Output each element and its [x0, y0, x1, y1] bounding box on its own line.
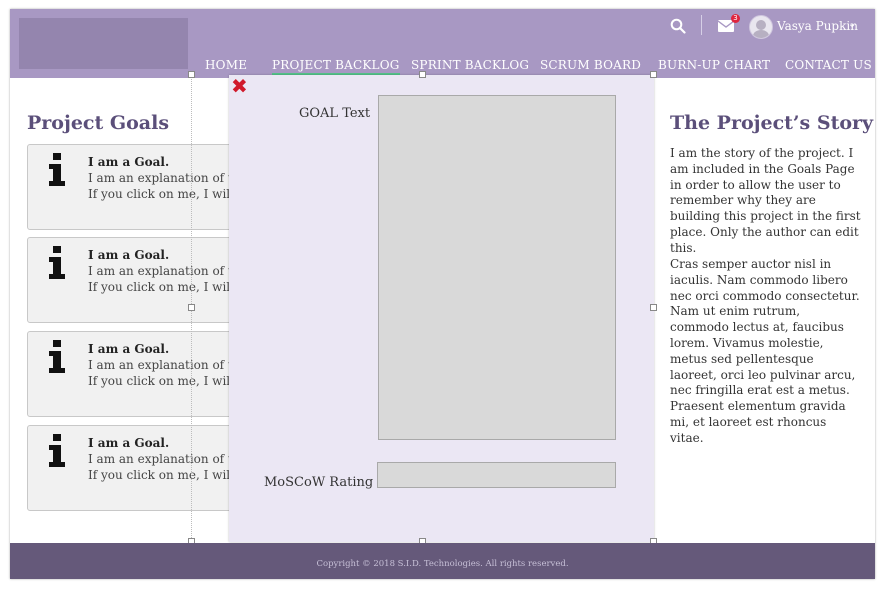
nav-scrum-board[interactable]: SCRUM BOARD: [540, 58, 641, 72]
info-icon: [49, 153, 65, 186]
nav-home[interactable]: HOME: [205, 58, 247, 72]
goal-heading: I am a Goal.: [88, 155, 170, 169]
info-icon: [49, 246, 65, 279]
goal-explanation: I am an explanation of th: [88, 358, 241, 372]
story-paragraph-2: Cras semper auctor nisl in iaculis. Nam …: [670, 257, 860, 445]
chevron-down-icon[interactable]: ⌄: [848, 19, 856, 30]
resize-handle[interactable]: [650, 304, 657, 311]
project-goals-title: Project Goals: [27, 112, 170, 134]
goal-hint: If you click on me, I will: [88, 280, 234, 294]
avatar-image: [753, 20, 769, 38]
moscow-rating-field[interactable]: [377, 462, 616, 488]
goal-hint: If you click on me, I will: [88, 468, 234, 482]
header-bar: 3 Vasya Pupkin ⌄ HOME PROJECT BACKLOG SP…: [10, 9, 875, 78]
header-separator: [701, 15, 702, 35]
project-story-title: The Project’s Story: [670, 112, 874, 134]
goal-hint: If you click on me, I will: [88, 187, 234, 201]
goal-explanation: I am an explanation of th: [88, 452, 241, 466]
moscow-rating-label: MoSCoW Rating: [264, 475, 374, 490]
resize-handle[interactable]: [419, 71, 426, 78]
notification-badge: 3: [731, 14, 740, 23]
close-icon[interactable]: ✖: [231, 76, 248, 96]
goal-text-area[interactable]: [378, 95, 616, 440]
resize-handle[interactable]: [650, 71, 657, 78]
story-paragraph-1: I am the story of the project. I am incl…: [670, 146, 861, 255]
avatar[interactable]: [749, 15, 773, 39]
resize-handle[interactable]: [188, 304, 195, 311]
goal-heading: I am a Goal.: [88, 342, 170, 356]
goal-explanation: I am an explanation of th: [88, 264, 241, 278]
app-frame: 3 Vasya Pupkin ⌄ HOME PROJECT BACKLOG SP…: [10, 9, 875, 579]
nav-burn-up-chart[interactable]: BURN-UP CHART: [658, 58, 770, 72]
goal-heading: I am a Goal.: [88, 436, 170, 450]
goal-heading: I am a Goal.: [88, 248, 170, 262]
resize-handle[interactable]: [188, 71, 195, 78]
nav-contact-us[interactable]: CONTACT US: [785, 58, 872, 72]
goal-explanation: I am an explanation of th: [88, 171, 241, 185]
copyright-text: Copyright © 2018 S.I.D. Technologies. Al…: [316, 559, 569, 569]
nav-sprint-backlog[interactable]: SPRINT BACKLOG: [411, 58, 529, 72]
goal-text-label: GOAL Text: [299, 106, 371, 121]
footer-bar: Copyright © 2018 S.I.D. Technologies. Al…: [10, 543, 875, 579]
nav-project-backlog[interactable]: PROJECT BACKLOG: [272, 58, 400, 75]
info-icon: [49, 434, 65, 467]
username[interactable]: Vasya Pupkin: [777, 19, 858, 33]
info-icon: [49, 340, 65, 373]
goal-edit-modal: ✖ GOAL Text MoSCoW Rating: [229, 75, 654, 542]
goal-hint: If you click on me, I will: [88, 374, 234, 388]
search-icon[interactable]: [670, 18, 686, 34]
